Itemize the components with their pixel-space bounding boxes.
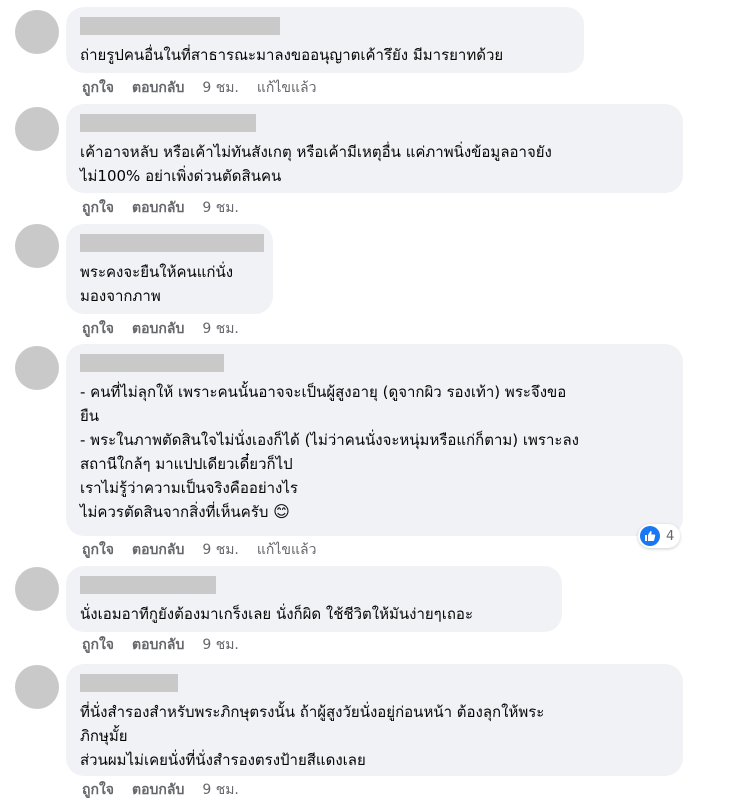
timestamp[interactable]: 9 ชม. [202, 634, 239, 656]
reply-button[interactable]: ตอบกลับ [132, 318, 184, 340]
avatar[interactable] [15, 346, 59, 390]
comment-text-body: - คนที่ไม่ลุกให้ เพราะคนนั้นอาจจะเป็นผู้… [80, 383, 579, 521]
commenter-name-redacted[interactable] [80, 576, 216, 594]
like-button[interactable]: ถูกใจ [82, 77, 114, 99]
comment-text: ที่นั่งสำรองสำหรับพระภิกษุตรงนั้น ถ้าผู้… [80, 703, 545, 769]
commenter-name-redacted[interactable] [80, 354, 224, 372]
comment-bubble: นั่งเอมอาทีกูยังต้องมาเกร็งเลย นั่งก็ผิด… [66, 566, 562, 632]
smiling-face-emoji: 😊 [273, 502, 290, 521]
comment-text: - คนที่ไม่ลุกให้ เพราะคนนั้นอาจจะเป็นผู้… [80, 380, 669, 524]
comment-bubble: เค้าอาจหลับ หรือเค้าไม่ทันสังเกตุ หรือเค… [66, 104, 683, 193]
reply-button[interactable]: ตอบกลับ [132, 77, 184, 99]
timestamp[interactable]: 9 ชม. [202, 77, 239, 99]
commenter-name-redacted[interactable] [80, 114, 256, 132]
comment-bubble: ถ่ายรูปคนอื่นในที่สาธารณะมาลงขออนุญาตเค้… [66, 7, 584, 73]
reply-button[interactable]: ตอบกลับ [132, 539, 184, 561]
comment-text: เค้าอาจหลับ หรือเค้าไม่ทันสังเกตุ หรือเค… [80, 143, 552, 185]
comment-bubble: ที่นั่งสำรองสำหรับพระภิกษุตรงนั้น ถ้าผู้… [66, 664, 683, 776]
avatar[interactable] [15, 107, 59, 151]
avatar[interactable] [15, 10, 59, 54]
timestamp[interactable]: 9 ชม. [202, 779, 239, 801]
timestamp[interactable]: 9 ชม. [202, 197, 239, 219]
reply-button[interactable]: ตอบกลับ [132, 779, 184, 801]
avatar[interactable] [15, 665, 59, 709]
comment-actions: ถูกใจ ตอบกลับ 9 ชม. [82, 197, 239, 219]
avatar[interactable] [15, 567, 59, 611]
comment-bubble: พระคงจะยืนให้คนแก่นั่ง มองจากภาพ [66, 224, 273, 314]
comment-actions: ถูกใจ ตอบกลับ 9 ชม. แก้ไขแล้ว [82, 77, 316, 99]
reply-button[interactable]: ตอบกลับ [132, 634, 184, 656]
timestamp[interactable]: 9 ชม. [202, 318, 239, 340]
comment-actions: ถูกใจ ตอบกลับ 9 ชม. แก้ไขแล้ว [82, 539, 316, 561]
comment-actions: ถูกใจ ตอบกลับ 9 ชม. [82, 634, 239, 656]
reaction-summary[interactable]: 4 [638, 524, 681, 548]
like-button[interactable]: ถูกใจ [82, 779, 114, 801]
commenter-name-redacted[interactable] [80, 17, 280, 35]
edited-label[interactable]: แก้ไขแล้ว [257, 539, 317, 561]
comment-text: พระคงจะยืนให้คนแก่นั่ง มองจากภาพ [80, 263, 234, 305]
commenter-name-redacted[interactable] [80, 674, 178, 692]
reaction-count: 4 [666, 528, 675, 544]
comment-text: ถ่ายรูปคนอื่นในที่สาธารณะมาลงขออนุญาตเค้… [80, 46, 504, 64]
like-button[interactable]: ถูกใจ [82, 634, 114, 656]
comment-actions: ถูกใจ ตอบกลับ 9 ชม. [82, 318, 239, 340]
comment-text: นั่งเอมอาทีกูยังต้องมาเกร็งเลย นั่งก็ผิด… [80, 605, 473, 623]
like-button[interactable]: ถูกใจ [82, 197, 114, 219]
thumbs-up-icon [640, 526, 660, 546]
like-button[interactable]: ถูกใจ [82, 539, 114, 561]
commenter-name-redacted[interactable] [80, 234, 264, 252]
like-button[interactable]: ถูกใจ [82, 318, 114, 340]
reply-button[interactable]: ตอบกลับ [132, 197, 184, 219]
comment-bubble: - คนที่ไม่ลุกให้ เพราะคนนั้นอาจจะเป็นผู้… [66, 344, 683, 536]
avatar[interactable] [15, 224, 59, 268]
timestamp[interactable]: 9 ชม. [202, 539, 239, 561]
comment-actions: ถูกใจ ตอบกลับ 9 ชม. [82, 779, 239, 801]
edited-label[interactable]: แก้ไขแล้ว [257, 77, 317, 99]
